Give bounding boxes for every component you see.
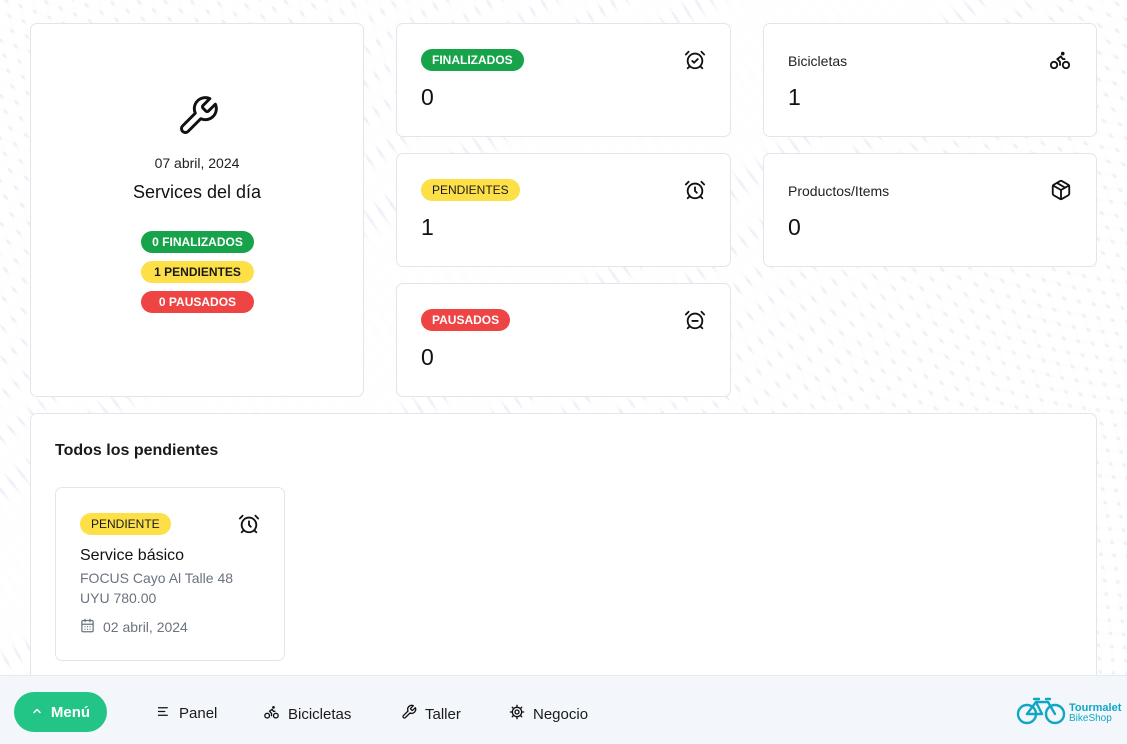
wrench-icon: [401, 704, 417, 724]
section-title: Todos los pendientes: [55, 442, 219, 459]
list-icon: [156, 704, 171, 723]
nav-taller-label: Taller: [425, 705, 461, 723]
productos-stat-card[interactable]: Productos/Items 0: [763, 153, 1097, 267]
nav-bicicletas-label: Bicicletas: [288, 705, 352, 723]
bicycle-logo-icon: [1016, 696, 1066, 731]
summary-date: 07 abril, 2024: [154, 155, 240, 171]
pausados-value: 0: [421, 344, 434, 370]
finalizados-stat-card[interactable]: FINALIZADOS 0: [396, 23, 731, 137]
daily-summary-card: 07 abril, 2024 Services del día 0 FINALI…: [30, 23, 364, 397]
summary-title: Services del día: [132, 182, 262, 202]
service-title: Service básico: [80, 547, 185, 564]
bicicletas-value: 1: [788, 84, 801, 110]
alarm-clock-icon: [684, 179, 706, 201]
finalizados-count-badge: 0 FINALIZADOS: [141, 231, 254, 253]
service-card[interactable]: PENDIENTE Service básico FOCUS Cayo Al T…: [55, 487, 285, 661]
gear-icon: [509, 704, 525, 724]
logo-subtitle: BikeShop: [1069, 713, 1112, 724]
nav-panel-label: Panel: [179, 705, 218, 722]
alarm-check-icon: [684, 49, 706, 71]
bicicletas-stat-card[interactable]: Bicicletas 1: [763, 23, 1097, 137]
alarm-clock-icon: [238, 513, 260, 535]
box-icon: [1050, 179, 1072, 201]
alarm-minus-icon: [684, 309, 706, 331]
pendientes-badge: PENDIENTES: [421, 179, 520, 201]
menu-label: Menú: [50, 703, 91, 721]
service-date-row: 02 abril, 2024: [80, 618, 188, 636]
calendar-icon: [80, 618, 95, 636]
productos-value: 0: [788, 214, 801, 240]
pendiente-badge: PENDIENTE: [80, 513, 171, 535]
brand-logo: Tourmalet BikeShop: [1016, 696, 1121, 731]
pendientes-count-badge: 1 PENDIENTES: [141, 261, 254, 283]
pendientes-stat-card[interactable]: PENDIENTES 1: [396, 153, 731, 267]
menu-button[interactable]: Menú: [14, 692, 107, 732]
service-price: UYU 780.00: [80, 590, 157, 606]
nav-panel[interactable]: Panel: [156, 704, 217, 723]
nav-taller[interactable]: Taller: [401, 704, 461, 724]
wrench-icon: [176, 94, 220, 138]
pausados-stat-card[interactable]: PAUSADOS 0: [396, 283, 731, 397]
nav-negocio[interactable]: Negocio: [509, 704, 588, 724]
pendientes-value: 1: [421, 214, 434, 240]
pausados-badge: PAUSADOS: [421, 309, 511, 331]
bicycle-icon: [1048, 49, 1072, 71]
finalizados-badge: FINALIZADOS: [421, 49, 524, 71]
productos-label: Productos/Items: [788, 183, 890, 199]
nav-negocio-label: Negocio: [533, 705, 589, 723]
chevron-up-icon: [31, 704, 43, 721]
bottom-navigation-bar: Menú Panel Bicicletas Taller Negocio Tou…: [0, 675, 1127, 744]
pausados-count-badge: 0 PAUSADOS: [141, 291, 254, 313]
bike-model: FOCUS Cayo Al Talle 48: [80, 570, 234, 586]
service-date: 02 abril, 2024: [103, 619, 188, 635]
bicicletas-label: Bicicletas: [788, 53, 848, 69]
bicycle-icon: [263, 704, 280, 724]
finalizados-value: 0: [421, 84, 434, 110]
nav-bicicletas[interactable]: Bicicletas: [263, 704, 351, 724]
